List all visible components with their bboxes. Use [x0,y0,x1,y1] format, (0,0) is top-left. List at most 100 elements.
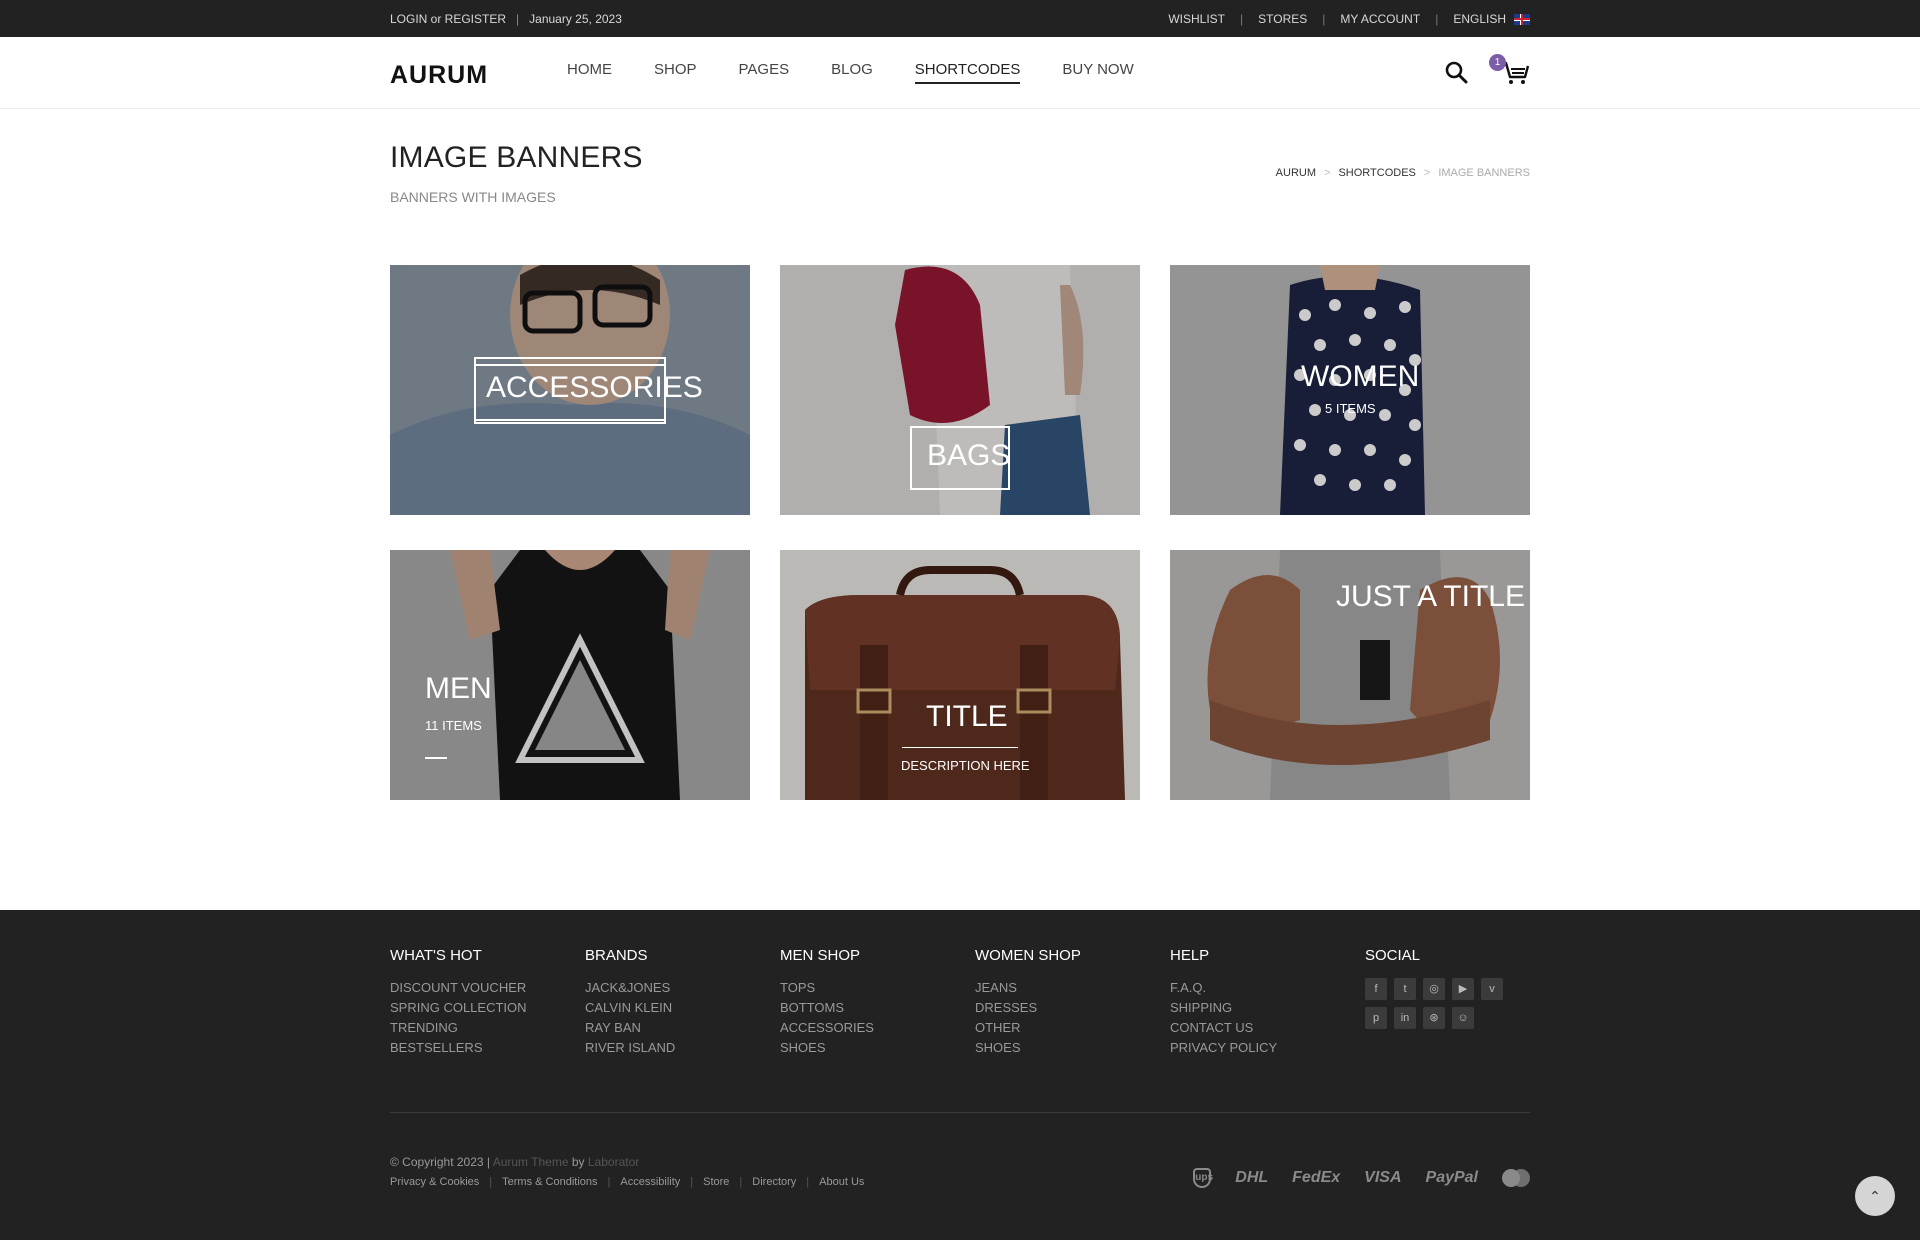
footer-link[interactable]: TRENDING [390,1018,527,1038]
payment-methods: ups DHL FedEx VISA PayPal [1193,1168,1530,1188]
banner-item-count: 11 ITEMS [425,718,482,733]
footer-col-women-shop: WOMEN SHOP JEANS DRESSES OTHER SHOES [975,947,1081,1058]
wishlist-link[interactable]: WISHLIST [1168,12,1225,26]
nav-blog[interactable]: BLOG [831,61,873,84]
banner-women[interactable]: WOMEN 5 ITEMS [1170,265,1530,515]
site-logo[interactable]: AURUM [390,61,488,90]
banner-title: WOMEN [1301,360,1420,393]
banner-title-description[interactable]: TITLE DESCRIPTION HERE [780,550,1140,800]
banner-underline [425,757,447,759]
footer-link[interactable]: OTHER [975,1018,1081,1038]
nav-buy-now[interactable]: BUY NOW [1062,61,1133,84]
privacy-cookies-link[interactable]: Privacy & Cookies [390,1176,479,1188]
page-subtitle: BANNERS WITH IMAGES [390,189,556,205]
banner-description: DESCRIPTION HERE [901,758,1030,773]
footer-heading: HELP [1170,947,1210,964]
instagram-icon[interactable]: ◎ [1423,978,1445,1000]
breadcrumb-shortcodes[interactable]: SHORTCODES [1338,167,1415,179]
back-to-top-button[interactable]: ⌃ [1855,1176,1895,1216]
banner-men[interactable]: MEN 11 ITEMS [390,550,750,800]
footer-link[interactable]: SPRING COLLECTION [390,998,527,1018]
search-icon[interactable] [1444,60,1468,84]
footer-link[interactable]: BESTSELLERS [390,1038,527,1058]
footer-heading: WHAT'S HOT [390,947,482,964]
my-account-link[interactable]: MY ACCOUNT [1340,12,1420,26]
footer-link[interactable]: RIVER ISLAND [585,1038,675,1058]
visa-icon: VISA [1364,1169,1402,1186]
footer-bottom-links: Privacy & Cookies | Terms & Conditions |… [390,1176,865,1188]
pinterest-icon[interactable]: p [1365,1007,1387,1029]
chevron-up-icon: ⌃ [1869,1188,1881,1204]
topbar-date: January 25, 2023 [529,12,622,26]
banner-title: TITLE [926,700,1008,733]
site-header: AURUM HOME SHOP PAGES BLOG SHORTCODES BU… [0,37,1920,109]
banner-title: JUST A TITLE [1336,580,1525,613]
topbar-separator: | [516,12,520,26]
banner-divider [902,747,1018,748]
uk-flag-icon[interactable] [1514,13,1530,25]
cart-count-badge[interactable]: 1 [1489,54,1506,71]
footer-link[interactable]: SHIPPING [1170,998,1277,1018]
nav-home[interactable]: HOME [567,61,612,84]
footer-link[interactable]: PRIVACY POLICY [1170,1038,1277,1058]
ups-icon: ups [1193,1168,1213,1188]
footer-link[interactable]: BOTTOMS [780,998,874,1018]
banner-title: ACCESSORIES [486,371,703,404]
banner-item-count: 5 ITEMS [1325,401,1376,416]
footer-heading: MEN SHOP [780,947,861,964]
copyright: © Copyright 2023 | Aurum Theme by Labora… [390,1155,640,1169]
accessibility-link[interactable]: Accessibility [620,1176,680,1188]
nav-shop[interactable]: SHOP [654,61,697,84]
language-selector[interactable]: ENGLISH [1453,12,1506,26]
linkedin-icon[interactable]: in [1394,1007,1416,1029]
main-nav: HOME SHOP PAGES BLOG SHORTCODES BUY NOW [567,61,1176,84]
footer-link[interactable]: DISCOUNT VOUCHER [390,978,527,998]
top-bar: LOGIN or REGISTER | January 25, 2023 WIS… [0,0,1920,37]
footer-link[interactable]: CONTACT US [1170,1018,1277,1038]
dribbble-icon[interactable]: ⊛ [1423,1007,1445,1029]
nav-shortcodes[interactable]: SHORTCODES [914,61,1021,84]
stores-link[interactable]: STORES [1258,12,1307,26]
about-us-link[interactable]: About Us [819,1176,864,1188]
footer-col-social: SOCIAL f t ◎ ▶ v p in ⊛ ☺ [1365,947,1503,1029]
directory-link[interactable]: Directory [752,1176,796,1188]
banner-just-a-title[interactable]: JUST A TITLE [1170,550,1530,800]
author-link[interactable]: Laborator [588,1155,639,1169]
facebook-icon[interactable]: f [1365,978,1387,1000]
mastercard-icon [1502,1169,1530,1187]
banner-bags[interactable]: BAGS [780,265,1140,515]
footer-heading: BRANDS [585,947,648,964]
footer-link[interactable]: F.A.Q. [1170,978,1277,998]
youtube-icon[interactable]: ▶ [1452,978,1474,1000]
vimeo-icon[interactable]: v [1481,978,1503,1000]
footer-heading: WOMEN SHOP [975,947,1081,964]
footer-link[interactable]: ACCESSORIES [780,1018,874,1038]
theme-link[interactable]: Aurum Theme [493,1155,569,1169]
footer-heading: SOCIAL [1365,947,1421,964]
login-register-link[interactable]: LOGIN or REGISTER [390,12,506,26]
footer-col-men-shop: MEN SHOP TOPS BOTTOMS ACCESSORIES SHOES [780,947,874,1058]
footer-col-brands: BRANDS JACK&JONES CALVIN KLEIN RAY BAN R… [585,947,675,1058]
nav-pages[interactable]: PAGES [739,61,790,84]
footer-link[interactable]: DRESSES [975,998,1081,1018]
footer-link[interactable]: SHOES [780,1038,874,1058]
dhl-icon: DHL [1235,1169,1269,1186]
snapchat-icon[interactable]: ☺ [1452,1007,1474,1029]
breadcrumb-current: IMAGE BANNERS [1438,167,1530,179]
footer-link[interactable]: SHOES [975,1038,1081,1058]
footer-divider [390,1112,1530,1113]
footer-link[interactable]: RAY BAN [585,1018,675,1038]
banner-title: BAGS [927,439,1011,472]
footer-link[interactable]: CALVIN KLEIN [585,998,675,1018]
terms-link[interactable]: Terms & Conditions [502,1176,597,1188]
breadcrumb-home[interactable]: AURUM [1276,167,1316,179]
twitter-icon[interactable]: t [1394,978,1416,1000]
footer-link[interactable]: TOPS [780,978,874,998]
footer-link[interactable]: JEANS [975,978,1081,998]
banner-title: MEN [425,672,492,705]
store-link[interactable]: Store [703,1176,729,1188]
site-footer: WHAT'S HOT DISCOUNT VOUCHER SPRING COLLE… [0,910,1920,1240]
footer-link[interactable]: JACK&JONES [585,978,675,998]
footer-col-help: HELP F.A.Q. SHIPPING CONTACT US PRIVACY … [1170,947,1277,1058]
banner-accessories[interactable]: ACCESSORIES [390,265,750,515]
